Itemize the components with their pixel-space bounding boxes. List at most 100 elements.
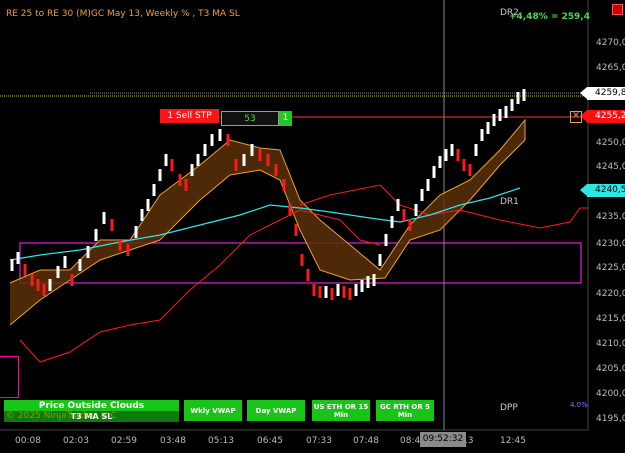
price-bar [266, 154, 270, 166]
price-outside-clouds-button[interactable]: Price Outside Clouds [4, 400, 179, 411]
order-quantity-field[interactable]: 53 [221, 111, 279, 126]
day-vwap-button[interactable]: Day VWAP [247, 400, 305, 421]
gc-rth-or-button[interactable]: GC RTH OR 5 Min [376, 400, 434, 421]
price-bar [378, 254, 382, 266]
price-tick-label: 4235,0 [596, 212, 625, 222]
price-bar [78, 259, 82, 271]
price-bar [218, 129, 222, 141]
price-bar [164, 154, 168, 166]
price-bar [468, 164, 472, 176]
price-bar [274, 164, 278, 176]
price-bar [480, 129, 484, 141]
price-bar [288, 204, 292, 216]
price-bar [504, 106, 508, 118]
price-bar [402, 209, 406, 221]
price-bar [42, 284, 46, 296]
cursor-time-readout: 09:52:32 [420, 432, 466, 447]
price-bar [516, 92, 520, 104]
left-panel-tab[interactable] [0, 356, 19, 398]
price-tick-label: 4225,0 [596, 263, 625, 273]
price-bar [63, 256, 67, 268]
price-bar [426, 179, 430, 191]
price-bar [190, 164, 194, 176]
us-eth-or-button[interactable]: US ETH OR 15 Min [312, 400, 370, 421]
price-bar [474, 144, 478, 156]
time-tick-label: 12:45 [500, 436, 526, 446]
price-bar [486, 122, 490, 134]
price-bar [184, 179, 188, 191]
price-chart[interactable] [0, 0, 625, 453]
profit-readout: +4,48% = 259,4 [508, 12, 590, 22]
time-tick-label: 02:59 [111, 436, 137, 446]
time-tick-label: 03:48 [160, 436, 186, 446]
price-tick-label: 4270,0 [596, 38, 625, 48]
price-bar [372, 274, 376, 286]
price-bar [140, 209, 144, 221]
chart-title: RE 25 to RE 30 (M)GC May 13, Weekly % , … [6, 9, 240, 19]
t3-price-marker: 4240,5 [580, 184, 625, 197]
stop-price-marker: 4255,2 [580, 110, 625, 123]
price-bar [390, 216, 394, 228]
price-bar [48, 279, 52, 291]
price-tick-label: 4210,0 [596, 339, 625, 349]
time-tick-label: 05:13 [208, 436, 234, 446]
time-tick-label: 06:45 [257, 436, 283, 446]
price-bar [196, 154, 200, 166]
price-bar [56, 266, 60, 278]
price-bar [86, 246, 90, 258]
wkly-vwap-button[interactable]: Wkly VWAP [184, 400, 242, 421]
price-bar [282, 179, 286, 191]
price-bar [23, 264, 27, 276]
price-bar [258, 149, 262, 161]
price-bar [102, 212, 106, 224]
cancel-order-icon[interactable]: ✕ [570, 111, 582, 123]
price-bar [492, 114, 496, 126]
time-tick-label: 07:33 [306, 436, 332, 446]
price-bar [342, 286, 346, 298]
price-tick-label: 4205,0 [596, 364, 625, 374]
price-bar [396, 199, 400, 211]
dr2-label: DR2 [500, 8, 519, 18]
price-bar [203, 144, 207, 156]
price-bar [170, 159, 174, 171]
last-price-marker: 4259,8 [580, 87, 625, 100]
dr1-label: DR1 [500, 197, 519, 207]
price-tick-label: 4230,0 [596, 239, 625, 249]
copyright-text: © 2025 NinjaTrader, LLC [6, 411, 117, 421]
price-bar [354, 284, 358, 296]
price-bar [36, 279, 40, 291]
price-bar [498, 109, 502, 121]
price-bar [462, 159, 466, 171]
price-bar [306, 269, 310, 281]
order-plus-button[interactable]: 1 [279, 111, 292, 126]
price-bar [432, 166, 436, 178]
price-bar [510, 99, 514, 111]
price-bar [250, 144, 254, 156]
dpp-label: DPP [500, 403, 518, 413]
price-bar [312, 284, 316, 296]
price-bar [242, 154, 246, 166]
price-bar [118, 239, 122, 251]
price-bar [336, 284, 340, 296]
price-bar [366, 276, 370, 288]
price-tick-label: 4250,0 [596, 138, 625, 148]
price-bar [360, 280, 364, 292]
price-bar [414, 204, 418, 216]
price-bar [126, 244, 130, 256]
sell-stop-order-button[interactable]: 1 Sell STP [160, 109, 219, 123]
price-bar [330, 288, 334, 300]
price-tick-label: 4200,0 [596, 389, 625, 399]
price-bar [158, 169, 162, 181]
price-bar [522, 89, 526, 101]
price-tick-label: 4215,0 [596, 314, 625, 324]
price-bar [348, 288, 352, 300]
chart-close-button[interactable] [612, 4, 623, 15]
price-bar [178, 174, 182, 186]
price-bar [324, 286, 328, 298]
time-tick-label: 08:4 [400, 436, 421, 446]
price-bar [300, 254, 304, 266]
time-tick-label: 07:48 [353, 436, 379, 446]
price-bar [234, 159, 238, 171]
price-bar [30, 274, 34, 286]
price-bar [10, 259, 14, 271]
